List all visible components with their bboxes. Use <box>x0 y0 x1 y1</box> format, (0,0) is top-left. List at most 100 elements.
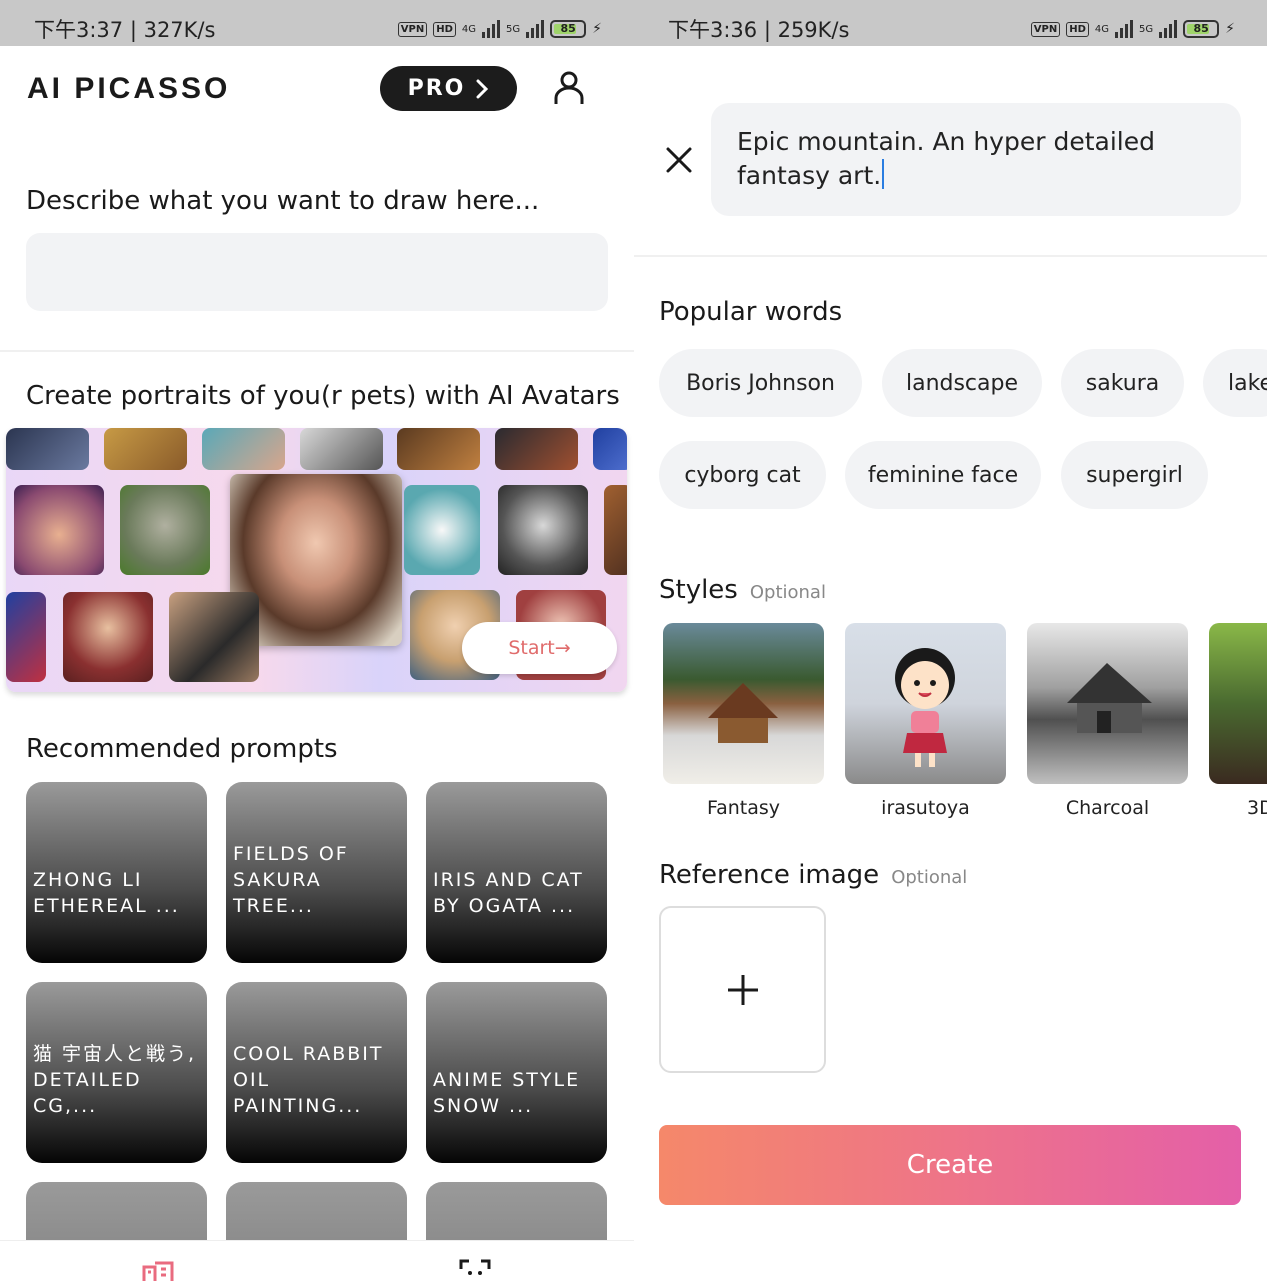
avatar-thumbnail <box>6 428 89 470</box>
bottom-navigation <box>0 1240 634 1281</box>
status-icons: VPN HD 4G 5G 85 ⚡ <box>1030 17 1235 41</box>
pro-label: PRO <box>407 76 466 101</box>
vpn-icon: VPN <box>397 21 428 37</box>
styles-title: Styles <box>659 575 738 605</box>
styles-heading: Styles Optional <box>659 575 826 605</box>
prompt-card[interactable]: ANIME STYLE SNOW ... <box>426 982 607 1163</box>
popular-word-chip[interactable]: landscape <box>882 349 1042 417</box>
prompt-card[interactable]: COOL RABBIT OIL PAINTING... <box>226 982 407 1163</box>
style-label: 3D <box>1247 797 1267 819</box>
popular-word-chip[interactable]: cyborg cat <box>659 441 826 509</box>
network-4g-label: 4G <box>461 23 477 35</box>
user-profile-icon[interactable] <box>552 70 586 106</box>
avatar-thumbnail <box>404 485 480 575</box>
charging-icon: ⚡ <box>592 21 602 37</box>
avatar-thumbnail <box>593 428 627 470</box>
avatar-thumbnail <box>397 428 480 470</box>
avatar-thumbnail <box>604 485 627 575</box>
reference-title: Reference image <box>659 860 880 890</box>
prompt-card-text: ANIME STYLE SNOW ... <box>433 1069 581 1117</box>
hd-icon: HD <box>1066 21 1089 37</box>
avatar-thumbnail <box>120 485 210 575</box>
signal-icon <box>1115 20 1134 38</box>
prompt-card[interactable]: 猫 宇宙人と戦う, DETAILED CG,... <box>26 982 207 1163</box>
styles-optional-label: Optional <box>749 582 826 603</box>
text-caret <box>882 159 885 189</box>
avatar-thumbnail <box>6 592 46 682</box>
prompt-card[interactable]: ZHONG LI ETHEREAL ... <box>26 782 207 963</box>
avatar-thumbnail <box>495 428 578 470</box>
battery-icon: 85 <box>1183 20 1220 38</box>
prompt-card-text: IRIS AND CAT BY OGATA ... <box>433 869 584 917</box>
network-5g-label: 5G <box>506 23 521 35</box>
prompt-card[interactable]: IRIS AND CAT BY OGATA ... <box>426 782 607 963</box>
avatar-thumbnail <box>169 592 259 682</box>
signal-icon <box>1159 20 1178 38</box>
home-screen: 下午3:37 | 327K/s VPN HD 4G 5G 85 ⚡ AI PIC… <box>0 0 634 1281</box>
face-scan-tab-icon[interactable] <box>459 1259 491 1281</box>
popular-word-chip[interactable]: feminine face <box>845 441 1041 509</box>
popular-word-chip[interactable]: lake <box>1203 349 1267 417</box>
close-icon[interactable] <box>664 145 694 175</box>
reference-image-heading: Reference image Optional <box>659 860 967 890</box>
prompt-input[interactable]: Epic mountain. An hyper detailed fantasy… <box>711 103 1241 216</box>
start-avatars-button[interactable]: Start→ <box>462 622 617 674</box>
style-label: Charcoal <box>1065 797 1150 819</box>
prompt-card-text: ZHONG LI ETHEREAL ... <box>33 869 180 917</box>
avatars-heading: Create portraits of you(r pets) with AI … <box>26 381 620 411</box>
avatar-thumbnail <box>104 428 187 470</box>
style-fantasy-thumbnail[interactable] <box>663 623 824 784</box>
network-4g-label: 4G <box>1094 23 1110 35</box>
signal-icon <box>526 20 545 38</box>
avatar-thumbnail <box>63 592 153 682</box>
prompt-card-text: COOL RABBIT OIL PAINTING... <box>233 1043 384 1117</box>
describe-input[interactable] <box>26 233 608 311</box>
vpn-icon: VPN <box>1030 21 1061 37</box>
section-divider <box>634 255 1267 257</box>
network-5g-label: 5G <box>1139 23 1154 35</box>
create-screen: 下午3:36 | 259K/s VPN HD 4G 5G 85 ⚡ Epic m… <box>634 0 1267 1281</box>
app-logo: AI PICASSO <box>27 72 231 105</box>
section-divider <box>0 350 634 352</box>
prompt-card[interactable]: FIELDS OF SAKURA TREE... <box>226 782 407 963</box>
pro-button[interactable]: PRO <box>380 66 517 111</box>
battery-level: 85 <box>1193 22 1209 35</box>
avatar-thumbnail <box>14 485 104 575</box>
plus-icon <box>727 974 758 1005</box>
create-button[interactable]: Create <box>659 1125 1241 1205</box>
prompt-card-text: FIELDS OF SAKURA TREE... <box>233 843 349 917</box>
cartoon-girl-icon <box>895 648 955 767</box>
status-time: 下午3:37 | 327K/s <box>34 18 216 42</box>
fantasy-house-icon <box>708 683 778 743</box>
status-bar: 下午3:36 | 259K/s VPN HD 4G 5G 85 ⚡ <box>634 0 1267 46</box>
add-reference-image-button[interactable] <box>659 906 826 1073</box>
prompt-card-text: 猫 宇宙人と戦う, DETAILED CG,... <box>33 1043 197 1117</box>
popular-word-chip[interactable]: supergirl <box>1061 441 1208 509</box>
recommended-heading: Recommended prompts <box>26 734 338 764</box>
popular-word-chip[interactable]: Boris Johnson <box>659 349 862 417</box>
prompt-input-text: Epic mountain. An hyper detailed fantasy… <box>737 127 1155 190</box>
status-bar: 下午3:37 | 327K/s VPN HD 4G 5G 85 ⚡ <box>0 0 634 46</box>
battery-icon: 85 <box>550 20 587 38</box>
style-irasutoya-thumbnail[interactable] <box>845 623 1006 784</box>
signal-icon <box>482 20 501 38</box>
charging-icon: ⚡ <box>1225 21 1235 37</box>
popular-words-heading: Popular words <box>659 297 843 327</box>
avatar-thumbnail <box>300 428 383 470</box>
status-icons: VPN HD 4G 5G 85 ⚡ <box>397 17 602 41</box>
avatar-thumbnail <box>202 428 285 470</box>
style-label: irasutoya <box>881 797 970 819</box>
chevron-right-icon <box>476 79 489 98</box>
describe-heading: Describe what you want to draw here... <box>26 186 540 216</box>
style-charcoal-thumbnail[interactable] <box>1027 623 1188 784</box>
reference-optional-label: Optional <box>891 867 968 888</box>
popular-word-chip[interactable]: sakura <box>1061 349 1184 417</box>
hd-icon: HD <box>433 21 456 37</box>
style-3d-thumbnail[interactable] <box>1209 623 1267 784</box>
status-time: 下午3:36 | 259K/s <box>668 18 850 42</box>
style-label: Fantasy <box>706 797 781 819</box>
charcoal-house-icon <box>1067 663 1152 733</box>
home-tab-icon[interactable] <box>141 1259 175 1281</box>
avatar-thumbnail <box>498 485 588 575</box>
battery-level: 85 <box>560 22 576 35</box>
